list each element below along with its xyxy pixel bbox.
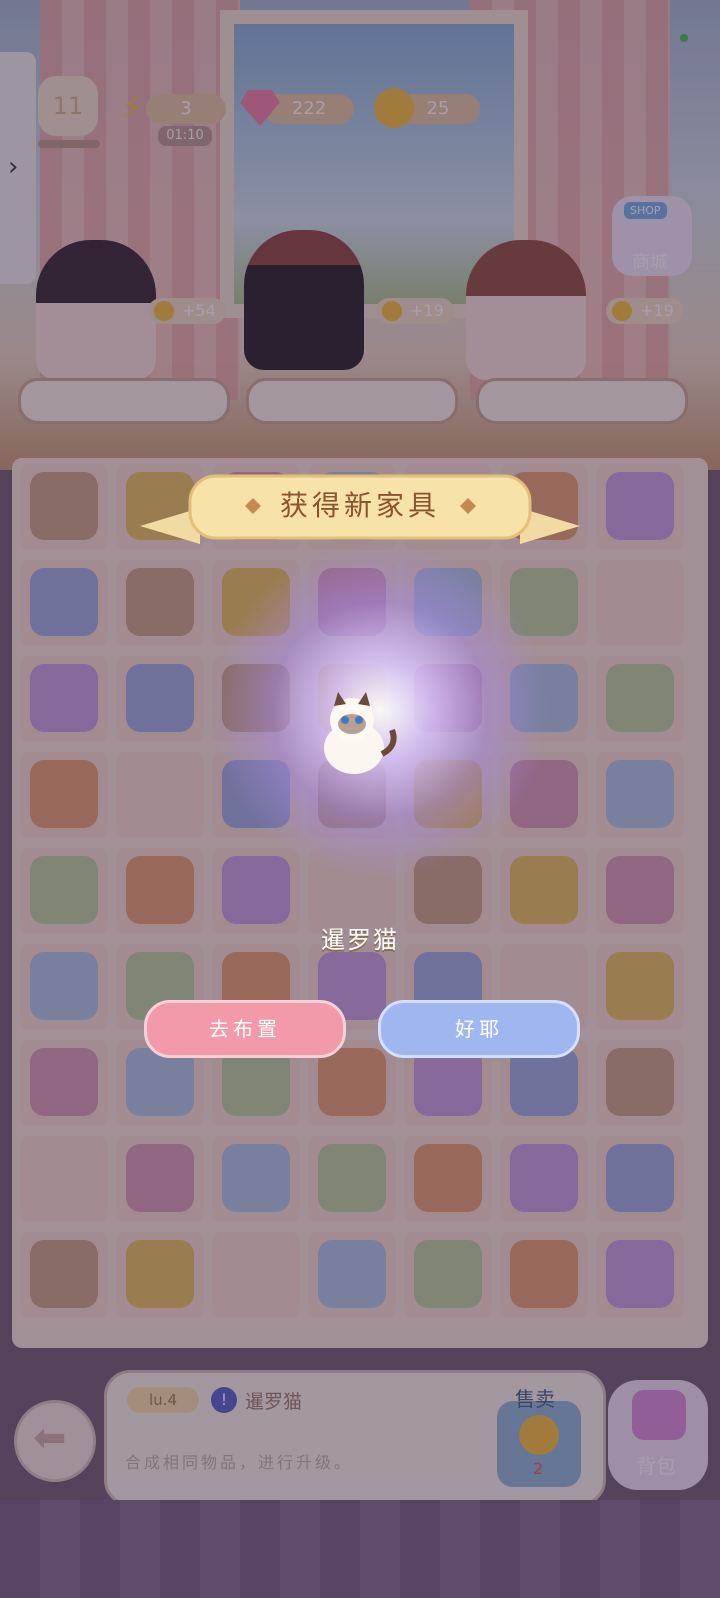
- new-item-name: 暹罗猫: [321, 926, 399, 954]
- place-button[interactable]: 去布置: [144, 1000, 346, 1058]
- siamese-cat-item[interactable]: [312, 690, 402, 780]
- popup-title: 获得新家具: [279, 489, 440, 522]
- ok-button[interactable]: 好耶: [378, 1000, 580, 1058]
